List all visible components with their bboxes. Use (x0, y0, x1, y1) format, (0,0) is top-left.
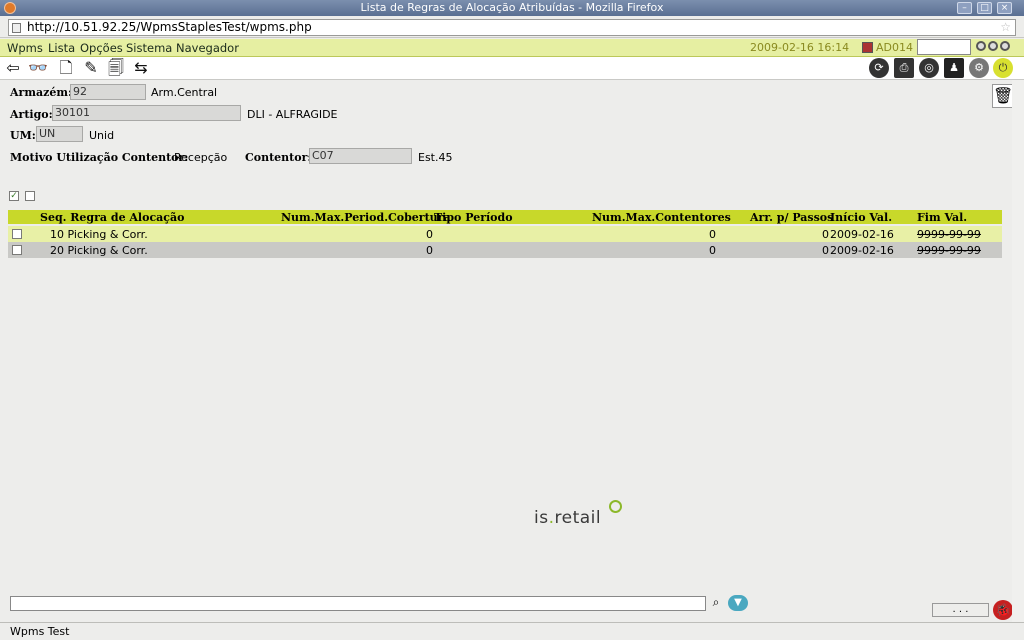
bookmark-star-icon[interactable]: ☆ (1000, 20, 1011, 35)
cell-max-cont: 0 (709, 244, 716, 257)
cell-max-period: 0 (426, 228, 433, 241)
select-all-checkbox[interactable]: ✓ (9, 191, 19, 201)
menu-navegador[interactable]: Navegador (176, 41, 239, 55)
status-text: Wpms Test (10, 625, 70, 638)
edit-icon[interactable]: ✎ (81, 59, 101, 78)
more-button[interactable]: . . . (932, 603, 989, 617)
url-bar: http://10.51.92.25/WpmsStaplesTest/wpms.… (0, 16, 1024, 38)
circle-button-1[interactable] (976, 41, 986, 51)
minimize-button[interactable]: – (957, 2, 972, 14)
binoculars-icon[interactable]: 👓 (28, 59, 48, 78)
contentor-description: Est.45 (418, 151, 453, 164)
col-max-cont-header[interactable]: Num.Max.Contentores (592, 211, 731, 224)
close-button[interactable]: × (997, 2, 1012, 14)
row-checkbox[interactable] (12, 245, 22, 255)
user-input[interactable] (917, 39, 971, 55)
vertical-scrollbar[interactable] (1012, 80, 1024, 622)
print-icon[interactable]: ⎙ (894, 58, 914, 78)
date-time: 2009-02-16 16:14 (750, 41, 850, 54)
window-titlebar: Lista de Regras de Alocação Atribuídas -… (0, 0, 1024, 16)
bug-report-icon[interactable]: 🐞 (993, 600, 1013, 620)
col-fim-header[interactable]: Fim Val. (917, 211, 967, 224)
artigo-field[interactable]: 30101 (52, 105, 241, 121)
page-icon (12, 23, 21, 33)
cell-fim: 9999-99-99 (917, 228, 981, 241)
window-title: Lista de Regras de Alocação Atribuídas -… (360, 1, 664, 14)
col-inicio-header[interactable]: Início Val. (830, 211, 892, 224)
circle-button-2[interactable] (988, 41, 998, 51)
table-header: Seq. Regra de Alocação Num.Max.Period.Co… (8, 210, 1002, 224)
command-input[interactable] (10, 596, 706, 611)
cell-seq: 20 Picking & Corr. (50, 244, 148, 257)
address-field[interactable]: http://10.51.92.25/WpmsStaplesTest/wpms.… (8, 19, 1016, 36)
cell-arr: 0 (822, 244, 829, 257)
copy-document-icon[interactable]: 🗐 (106, 59, 126, 78)
filter-funnel-icon[interactable]: ▼ (728, 595, 748, 611)
artigo-description: DLI - ALFRAGIDE (247, 108, 338, 121)
swap-arrows-icon[interactable]: ⇆ (131, 59, 151, 78)
artigo-label: Artigo: (10, 108, 53, 121)
table-row[interactable]: 20 Picking & Corr. 0 0 0 2009-02-16 9999… (8, 242, 1002, 258)
toolbar: ⇦ 👓 🗋 ✎ 🗐 ⇆ ⟳ ⎙ ◎ ♟ ⚙ ⏻ (0, 57, 1024, 80)
contentor-field[interactable]: C07 (309, 148, 412, 164)
col-max-period-header[interactable]: Num.Max.Period.Cobertura (281, 211, 451, 224)
new-document-icon[interactable]: 🗋 (56, 59, 76, 78)
maximize-button[interactable]: □ (977, 2, 992, 14)
user-code: AD014 (876, 41, 913, 54)
cell-max-cont: 0 (709, 228, 716, 241)
armazem-label: Armazém: (10, 86, 73, 99)
table-row[interactable]: 10 Picking & Corr. 0 0 0 2009-02-16 9999… (8, 226, 1002, 242)
contentor-label: Contentor: (245, 151, 312, 164)
select-none-checkbox[interactable] (25, 191, 35, 201)
back-arrow-icon[interactable]: ⇦ (3, 59, 23, 78)
um-label: UM: (10, 129, 36, 142)
trash-icon[interactable]: 🗑 (992, 84, 1014, 108)
circle-button-3[interactable] (1000, 41, 1010, 51)
tools-icon[interactable]: ⚙ (969, 58, 989, 78)
col-seq-header[interactable]: Seq. Regra de Alocação (40, 211, 184, 224)
cell-inicio: 2009-02-16 (830, 228, 894, 241)
col-tipo-header[interactable]: Tipo Período (434, 211, 513, 224)
cell-seq: 10 Picking & Corr. (50, 228, 148, 241)
cell-max-period: 0 (426, 244, 433, 257)
um-description: Unid (89, 129, 115, 142)
logo-circle-icon (609, 500, 622, 513)
user-icon (862, 42, 873, 53)
refresh-icon[interactable]: ⟳ (869, 58, 889, 78)
exit-icon[interactable]: ⏻ (993, 58, 1013, 78)
menu-sistema[interactable]: Sistema (126, 41, 172, 55)
cell-arr: 0 (822, 228, 829, 241)
row-checkbox[interactable] (12, 229, 22, 239)
cell-inicio: 2009-02-16 (830, 244, 894, 257)
user-figure-icon[interactable]: ♟ (944, 58, 964, 78)
armazem-field[interactable]: 92 (70, 84, 146, 100)
col-arr-header[interactable]: Arr. p/ Passos (750, 211, 833, 224)
menu-bar: Wpms Lista Opções Sistema Navegador 2009… (0, 39, 1024, 57)
motivo-label: Motivo Utilização Contentor: (10, 151, 189, 164)
motivo-value: Recepção (174, 151, 228, 164)
status-bar: Wpms Test (0, 622, 1024, 640)
armazem-description: Arm.Central (151, 86, 218, 99)
cell-fim: 9999-99-99 (917, 244, 981, 257)
menu-opcoes[interactable]: Opções (80, 41, 123, 55)
menu-wpms[interactable]: Wpms (7, 41, 43, 55)
menu-lista[interactable]: Lista (48, 41, 75, 55)
url-text: http://10.51.92.25/WpmsStaplesTest/wpms.… (27, 20, 312, 34)
binoculars-search-icon[interactable]: ⌕ (708, 595, 724, 611)
help-lifebuoy-icon[interactable]: ◎ (919, 58, 939, 78)
is-retail-logo: is.retail (534, 508, 602, 528)
um-field[interactable]: UN (36, 126, 83, 142)
